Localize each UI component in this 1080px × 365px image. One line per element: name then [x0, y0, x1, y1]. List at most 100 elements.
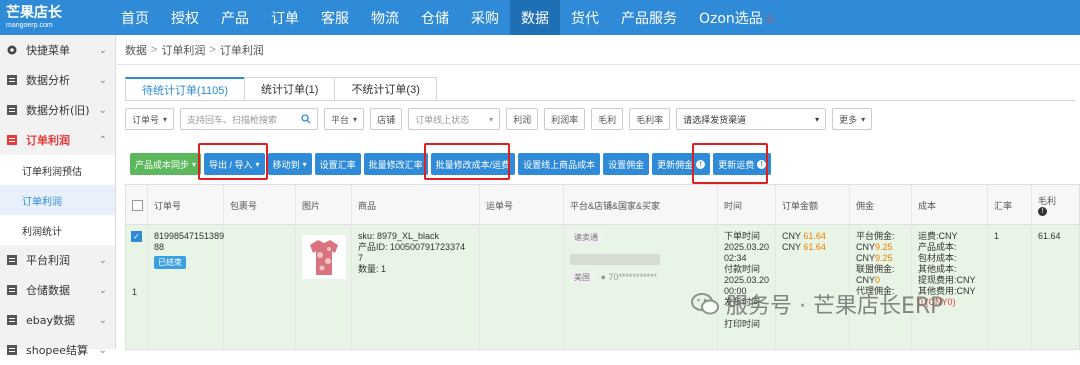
set-rate-button[interactable]: 设置汇率: [314, 153, 361, 175]
brand-logo[interactable]: 芒果店长 mangoerp.com: [0, 0, 110, 35]
order-tabs: 待统计订单(1105) 统计订单(1) 不统计订单(3): [125, 77, 437, 101]
sidebar-item-label: 仓储数据: [26, 284, 70, 297]
commission-line: 平台佣金:: [856, 231, 895, 241]
time-line: 付款时间: [724, 264, 761, 274]
chevron-down-icon: ⌄: [98, 344, 107, 356]
cost-sync-button[interactable]: 产品成本同步 ▾: [130, 153, 202, 175]
nav-customer-service[interactable]: 客服: [310, 0, 360, 35]
commission-value: 0: [875, 275, 881, 285]
set-commission-button[interactable]: 设置佣金: [603, 153, 650, 175]
product-sku: sku: 8979_XL_black: [358, 231, 440, 241]
col-image: 图片: [296, 185, 352, 225]
tab-pending[interactable]: 待统计订单(1105): [125, 77, 245, 101]
platform-select[interactable]: 平台 ▾: [324, 108, 365, 130]
breadcrumb-separator: >: [209, 43, 216, 56]
online-status-select[interactable]: 订单线上状态 ▾: [408, 108, 501, 130]
shop-button[interactable]: 店铺: [370, 108, 403, 130]
gross-filter[interactable]: 毛利: [591, 108, 624, 130]
breadcrumb-item[interactable]: 数据: [125, 42, 147, 58]
table-row[interactable]: ✓ 1 81998547151389 88 已结束 sku: 8979_XL_b…: [125, 224, 1080, 351]
row-checkbox[interactable]: ✓: [131, 231, 142, 242]
chevron-down-icon: ⌄: [98, 314, 107, 326]
nav-forwarding[interactable]: 货代: [560, 0, 610, 35]
report-icon: [7, 75, 17, 85]
caret-down-icon: ▾: [815, 114, 820, 124]
order-no-select[interactable]: 订单号 ▾: [125, 108, 175, 130]
sidebar-subitem-profit-estimate[interactable]: 订单利润预估: [0, 155, 115, 185]
sidebar-item-label: 平台利润: [26, 254, 70, 267]
caret-down-icon: ▾: [192, 159, 197, 169]
breadcrumb: 数据 > 订单利润 > 订单利润: [117, 35, 1080, 65]
order-amount-line: CNY 61.64: [782, 242, 845, 253]
sidebar-item-order-profit[interactable]: 订单利润 ⌃: [0, 125, 115, 155]
tracking-no-cell: [480, 225, 564, 351]
nav-orders[interactable]: 订单: [260, 0, 310, 35]
caret-down-icon: ▾: [861, 114, 866, 124]
sidebar-item-warehouse-data[interactable]: 仓储数据 ⌄: [0, 275, 115, 305]
sidebar-subitem-order-profit[interactable]: 订单利润: [0, 185, 115, 215]
shipping-channel-select[interactable]: 请选择发货渠道 ▾: [676, 108, 827, 130]
profit-rate-filter[interactable]: 利润率: [544, 108, 586, 130]
watermark: 服务号 · 芒果店长ERP: [690, 288, 943, 320]
sidebar-item-platform-profit[interactable]: 平台利润 ⌄: [0, 245, 115, 275]
set-online-cost-button[interactable]: 设置线上商品成本: [518, 153, 601, 175]
col-rate: 汇率: [988, 185, 1032, 225]
sidebar-item-ebay-data[interactable]: ebay数据 ⌄: [0, 305, 115, 335]
col-platform-shop: 平台&店铺&国家&买家: [564, 185, 718, 225]
tab-excluded[interactable]: 不统计订单(3): [334, 77, 437, 101]
move-to-button[interactable]: 移动到 ▾: [267, 153, 312, 175]
caret-down-icon: ▾: [489, 114, 494, 124]
batch-rate-button[interactable]: 批量修改汇率: [363, 153, 428, 175]
select-all-cell: [126, 185, 148, 225]
nav-data[interactable]: 数据: [510, 0, 560, 35]
commission-currency: CNY: [856, 242, 876, 252]
more-filters-button[interactable]: 更多 ▾: [832, 108, 873, 130]
profit-filter[interactable]: 利润: [506, 108, 539, 130]
gross-cell: 61.64: [1038, 231, 1061, 241]
nav-home[interactable]: 首页: [110, 0, 160, 35]
sidebar-item-quick-menu[interactable]: 快捷菜单 ⌄: [0, 35, 115, 65]
nav-logistics[interactable]: 物流: [360, 0, 410, 35]
cost-line: 提现费用:CNY: [918, 275, 976, 285]
nav-product-services[interactable]: 产品服务: [610, 0, 688, 35]
sidebar-subitem-profit-stats[interactable]: 利润统计: [0, 215, 115, 245]
amount-value: 61.64: [803, 242, 826, 252]
breadcrumb-separator: >: [151, 43, 158, 56]
sidebar-item-label: 订单利润: [26, 134, 70, 147]
sidebar-item-label: 快捷菜单: [26, 44, 70, 57]
order-no-line[interactable]: 81998547151389: [154, 231, 224, 242]
nav-authorize[interactable]: 授权: [160, 0, 210, 35]
col-order-no: 订单号: [148, 185, 224, 225]
shipping-channel-placeholder: 请选择发货渠道: [683, 114, 747, 125]
breadcrumb-item[interactable]: 订单利润: [161, 42, 205, 58]
commission-line: CNY0: [856, 275, 907, 286]
sidebar-item-label: 利润统计: [22, 226, 62, 238]
sidebar-item-data-analysis[interactable]: 数据分析 ⌄: [0, 65, 115, 95]
select-all-checkbox[interactable]: [132, 199, 143, 211]
gross-rate-filter[interactable]: 毛利率: [629, 108, 671, 130]
product-id-line: 7: [358, 253, 364, 263]
order-no-line[interactable]: 88: [154, 242, 219, 253]
search-icon[interactable]: [301, 114, 311, 124]
nav-purchase[interactable]: 采购: [460, 0, 510, 35]
nav-warehouse[interactable]: 仓储: [410, 0, 460, 35]
caret-down-icon: ▾: [353, 114, 358, 124]
search-input[interactable]: 支持回车、扫描枪搜索: [180, 108, 319, 130]
report-icon: [7, 315, 17, 325]
col-commission: 佣金: [850, 185, 912, 225]
order-no-cell: 81998547151389 88 已结束: [148, 225, 224, 351]
breadcrumb-item: 订单利润: [219, 44, 264, 57]
sidebar-item-label: 数据分析(旧): [26, 104, 90, 117]
nav-ozon-selection[interactable]: Ozon选品 ♨: [688, 0, 787, 35]
col-time: 时间: [718, 185, 776, 225]
commission-line: CNY9.25: [856, 242, 907, 253]
flame-icon: ♨: [764, 10, 776, 25]
product-image[interactable]: [302, 235, 346, 279]
cost-line: 运费:CNY: [918, 231, 958, 241]
sidebar-item-shopee-settlement[interactable]: shopee结算 ⌄: [0, 335, 115, 365]
info-icon: !: [1038, 207, 1047, 216]
nav-products[interactable]: 产品: [210, 0, 260, 35]
package-no-cell: [224, 225, 296, 351]
tab-counted[interactable]: 统计订单(1): [243, 77, 336, 101]
sidebar-item-data-analysis-old[interactable]: 数据分析(旧) ⌄: [0, 95, 115, 125]
